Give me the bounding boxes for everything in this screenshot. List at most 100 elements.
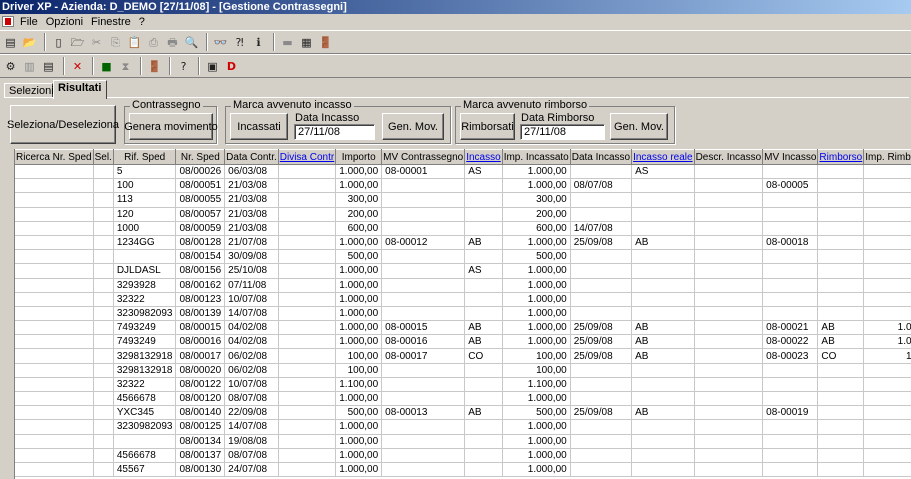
table-cell[interactable]: AS (631, 164, 695, 180)
column-header[interactable]: Incasso reale (631, 149, 695, 165)
table-cell[interactable]: 14/07/08 (224, 419, 279, 435)
table-row[interactable]: 08/00134 19/08/08 1.000,00 1.000,00 (15, 434, 911, 449)
table-cell[interactable]: AB (464, 334, 503, 350)
table-cell[interactable]: 1.100,00 (335, 377, 383, 393)
table-cell[interactable] (863, 178, 911, 194)
table-cell[interactable] (817, 235, 865, 251)
table-cell[interactable] (631, 192, 695, 208)
table-cell[interactable] (15, 419, 94, 435)
table-cell[interactable] (694, 391, 764, 407)
table-cell[interactable]: 21/07/08 (224, 235, 279, 251)
table-cell[interactable]: AB (631, 320, 695, 336)
table-cell[interactable]: 08-00001 (381, 164, 466, 180)
table-row[interactable]: 113 08/00055 21/03/08 300,00 300,00 (15, 192, 911, 208)
select-cell[interactable] (93, 306, 114, 322)
table-cell[interactable] (694, 221, 764, 236)
table-cell[interactable]: 08/00139 (175, 306, 226, 322)
table-cell[interactable]: 600,00 (335, 221, 383, 236)
info-help-icon[interactable]: ℹ (250, 34, 267, 51)
table-cell[interactable] (381, 434, 466, 449)
table-row[interactable]: 5 08/00026 06/03/08 1.000,00 08-00001 AS 1.000… (15, 164, 911, 180)
table-cell[interactable] (381, 419, 466, 435)
select-cell[interactable] (93, 278, 114, 293)
blank-page-icon[interactable]: ▯ (50, 34, 67, 51)
table-cell[interactable]: 1.000,00 (502, 164, 571, 180)
menu-finestre[interactable]: Finestre (87, 14, 135, 30)
table-cell[interactable] (381, 207, 466, 222)
select-cell[interactable] (93, 178, 114, 194)
table-cell[interactable] (762, 419, 819, 435)
table-cell[interactable] (381, 306, 466, 322)
table-cell[interactable]: 08-00022 (762, 334, 819, 350)
table-cell[interactable]: 1.000,00 (335, 419, 383, 435)
table-cell[interactable] (278, 207, 337, 222)
table-cell[interactable]: 21/03/08 (224, 178, 279, 194)
table-cell[interactable]: 08/00020 (175, 363, 226, 378)
table-cell[interactable] (570, 363, 633, 378)
table-cell[interactable] (570, 207, 633, 222)
table-row[interactable]: DJLDASL 08/00156 25/10/08 1.000,00 AS 1.000,0… (15, 263, 911, 279)
table-cell[interactable] (278, 263, 337, 279)
table-cell[interactable]: AS (464, 263, 503, 279)
table-cell[interactable] (278, 278, 337, 293)
table-cell[interactable]: 3293928 (113, 278, 177, 293)
genera-movimento-button[interactable]: Genera movimento (124, 113, 218, 140)
table-cell[interactable] (817, 377, 865, 393)
table-cell[interactable] (694, 292, 764, 307)
contrassegni-grid[interactable]: Ricerca Nr. Sped Sel. Rif. Sped Nr. Sped Dat… (14, 149, 911, 479)
table-cell[interactable] (694, 249, 764, 265)
table-cell[interactable] (762, 207, 819, 222)
table-cell[interactable] (631, 263, 695, 279)
table-cell[interactable] (631, 178, 695, 194)
tab-selezioni[interactable]: Selezioni (4, 83, 54, 98)
table-cell[interactable] (15, 235, 94, 251)
table-cell[interactable] (464, 462, 503, 478)
table-cell[interactable]: 1.000,00 (335, 263, 383, 279)
table-cell[interactable]: 08-00019 (762, 405, 819, 421)
table-cell[interactable] (15, 221, 94, 236)
table-cell[interactable] (817, 207, 865, 222)
table-cell[interactable]: 08-00018 (762, 235, 819, 251)
driver-d-icon[interactable]: D (223, 58, 240, 75)
column-header[interactable]: Importo (335, 149, 383, 165)
table-cell[interactable] (381, 249, 466, 265)
table-row[interactable]: 7493249 08/00016 04/02/08 1.000,00 08-00016 A… (15, 334, 911, 350)
table-cell[interactable] (762, 462, 819, 478)
table-cell[interactable] (694, 419, 764, 435)
table-cell[interactable] (278, 235, 337, 251)
table-cell[interactable] (863, 207, 911, 222)
table-cell[interactable] (631, 434, 695, 449)
table-cell[interactable] (15, 320, 94, 336)
hourglass-icon[interactable]: ⧗ (117, 58, 134, 75)
table-cell[interactable]: 4566678 (113, 448, 177, 463)
table-cell[interactable]: 300,00 (502, 192, 571, 208)
table-cell[interactable] (694, 207, 764, 222)
table-cell[interactable]: 08/00130 (175, 462, 226, 478)
table-cell[interactable] (570, 263, 633, 279)
table-cell[interactable] (694, 405, 764, 421)
table-cell[interactable]: 07/11/08 (224, 278, 279, 293)
menu-opzioni[interactable]: Opzioni (42, 14, 87, 30)
table-cell[interactable] (464, 448, 503, 463)
column-header[interactable]: MV Contrassegno (381, 149, 466, 165)
table-cell[interactable] (570, 391, 633, 407)
table-cell[interactable]: 08/00057 (175, 207, 226, 222)
table-cell[interactable] (381, 192, 466, 208)
table-cell[interactable] (694, 178, 764, 194)
rimborsati-button[interactable]: Rimborsati (460, 113, 515, 140)
select-cell[interactable] (93, 192, 114, 208)
table-cell[interactable]: 1.000,00 (335, 334, 383, 350)
table-cell[interactable]: 4566678 (113, 391, 177, 407)
table-cell[interactable] (464, 434, 503, 449)
table-cell[interactable]: 7493249 (113, 320, 177, 336)
table-cell[interactable] (863, 462, 911, 478)
table-cell[interactable] (278, 192, 337, 208)
table-cell[interactable] (15, 192, 94, 208)
copy-icon[interactable]: ⎘ (107, 34, 124, 51)
delete-icon[interactable]: ✕ (69, 58, 86, 75)
table-cell[interactable] (694, 363, 764, 378)
table-cell[interactable]: AB (631, 405, 695, 421)
table-row[interactable]: 1234GG 08/00128 21/07/08 1.000,00 08-00012 AB… (15, 235, 911, 251)
table-cell[interactable] (631, 249, 695, 265)
table-row[interactable]: 32322 08/00122 10/07/08 1.100,00 1.100,00 (15, 377, 911, 393)
